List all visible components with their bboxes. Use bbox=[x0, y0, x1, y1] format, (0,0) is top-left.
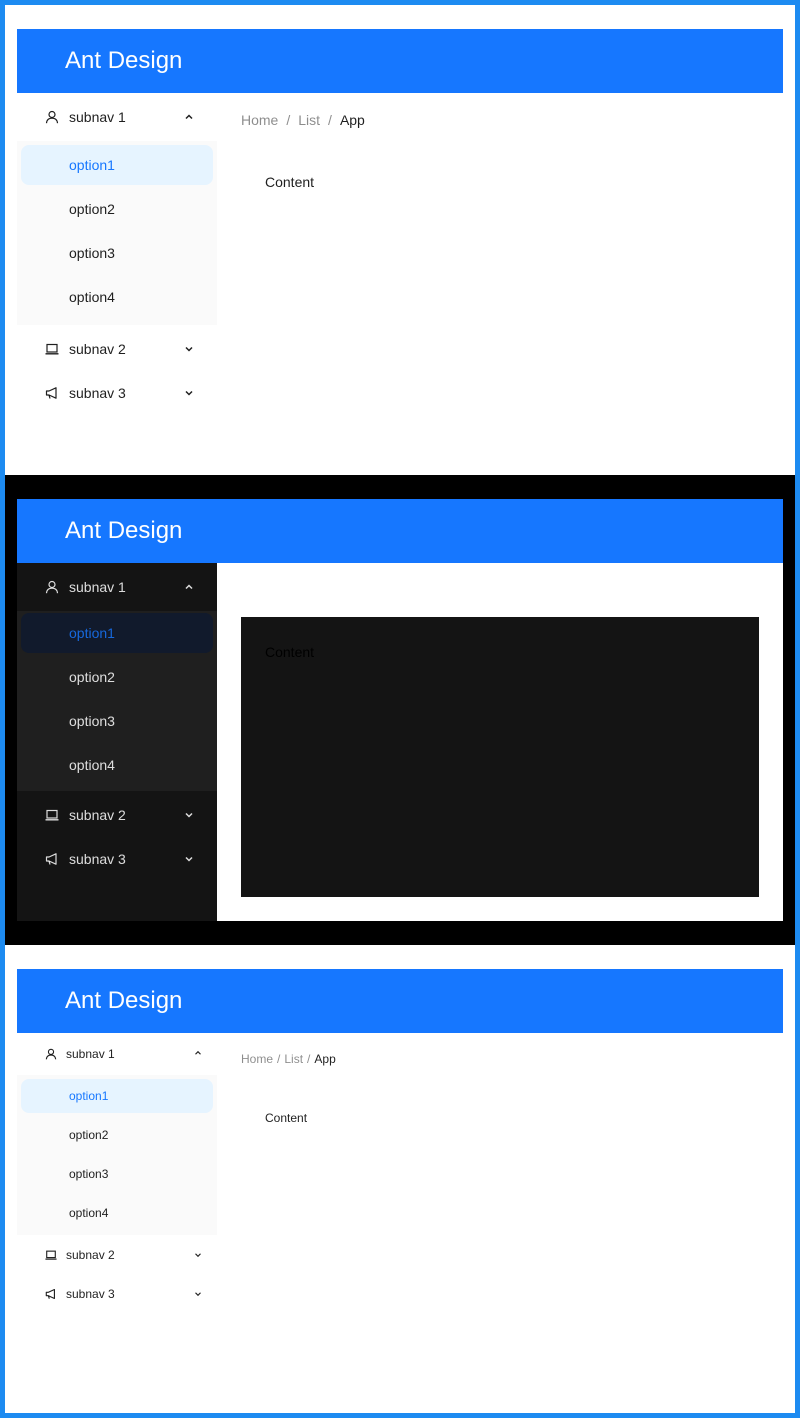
chevron-down-icon bbox=[193, 1250, 205, 1262]
content-text: Content bbox=[265, 174, 315, 190]
breadcrumb-home[interactable]: Home bbox=[241, 1052, 273, 1066]
chevron-down-icon bbox=[183, 343, 195, 355]
menu-item-label: option4 bbox=[69, 1206, 109, 1220]
notification-icon bbox=[45, 386, 59, 400]
menu-item-option3[interactable]: option3 bbox=[21, 701, 213, 741]
menu-item-label: option2 bbox=[69, 669, 115, 685]
header: Ant Design bbox=[17, 29, 783, 93]
submenu-subnav-2[interactable]: subnav 2 bbox=[17, 325, 217, 373]
submenu-subnav-3[interactable]: subnav 3 bbox=[17, 835, 217, 883]
menu-item-label: option2 bbox=[69, 1128, 109, 1142]
menu-item-label: option3 bbox=[69, 713, 115, 729]
logo-text[interactable]: Ant Design bbox=[65, 29, 182, 93]
layout-light-small: Ant Design subnav 1 option1 option2 opti… bbox=[5, 945, 795, 1413]
menu-item-option1[interactable]: option1 bbox=[21, 145, 213, 185]
breadcrumb-list[interactable]: List bbox=[298, 112, 320, 128]
menu-item-label: option3 bbox=[69, 245, 115, 261]
submenu-subnav-1[interactable]: subnav 1 bbox=[17, 563, 217, 611]
submenu-label: subnav 3 bbox=[69, 385, 126, 401]
submenu-label: subnav 1 bbox=[69, 579, 126, 595]
menu-item-option2[interactable]: option2 bbox=[21, 1118, 213, 1152]
content-text: Content bbox=[265, 1111, 308, 1125]
submenu-label: subnav 1 bbox=[69, 109, 126, 125]
layout-dark: Ant Design subnav 1 option1 option2 opti… bbox=[5, 475, 795, 945]
chevron-up-icon bbox=[183, 111, 195, 123]
submenu-subnav-1[interactable]: subnav 1 bbox=[17, 93, 217, 141]
submenu-label: subnav 2 bbox=[69, 341, 126, 357]
menu-item-label: option3 bbox=[69, 1167, 109, 1181]
menu-item-option3[interactable]: option3 bbox=[21, 233, 213, 273]
submenu-label: subnav 2 bbox=[69, 807, 126, 823]
content-text: Content bbox=[265, 644, 315, 660]
breadcrumb: Home / List / App bbox=[241, 112, 365, 128]
laptop-icon bbox=[45, 808, 59, 822]
chevron-down-icon bbox=[183, 809, 195, 821]
chevron-up-icon bbox=[193, 1048, 205, 1060]
sider: subnav 1 option1 option2 option3 option4… bbox=[17, 563, 217, 921]
submenu-subnav-1-items: option1 option2 option3 option4 bbox=[17, 1075, 217, 1235]
menu-item-label: option1 bbox=[69, 157, 115, 173]
submenu-subnav-3[interactable]: subnav 3 bbox=[17, 1274, 217, 1314]
laptop-icon bbox=[45, 1249, 57, 1261]
menu-item-option1[interactable]: option1 bbox=[21, 613, 213, 653]
breadcrumb-app: App bbox=[339, 112, 365, 128]
submenu-subnav-3[interactable]: subnav 3 bbox=[17, 369, 217, 417]
breadcrumb-separator: / bbox=[277, 1052, 281, 1066]
breadcrumb-app: App bbox=[314, 1052, 336, 1066]
logo-text[interactable]: Ant Design bbox=[65, 969, 182, 1033]
chevron-down-icon bbox=[183, 387, 195, 399]
menu-item-option2[interactable]: option2 bbox=[21, 657, 213, 697]
submenu-label: subnav 1 bbox=[66, 1047, 115, 1061]
menu-item-label: option1 bbox=[69, 625, 115, 641]
breadcrumb-separator: / bbox=[328, 112, 332, 128]
menu-item-option1[interactable]: option1 bbox=[21, 1079, 213, 1113]
user-icon bbox=[45, 580, 59, 594]
menu-item-label: option1 bbox=[69, 1089, 109, 1103]
user-icon bbox=[45, 1048, 57, 1060]
breadcrumb-list[interactable]: List bbox=[284, 1052, 303, 1066]
user-icon bbox=[45, 110, 59, 124]
breadcrumb-separator: / bbox=[286, 112, 291, 128]
breadcrumb: Home / List / App bbox=[241, 1052, 336, 1066]
submenu-subnav-2[interactable]: subnav 2 bbox=[17, 1235, 217, 1275]
header: Ant Design bbox=[17, 969, 783, 1033]
menu-item-option4[interactable]: option4 bbox=[21, 745, 213, 785]
menu-item-option4[interactable]: option4 bbox=[21, 277, 213, 317]
chevron-down-icon bbox=[183, 853, 195, 865]
menu-item-label: option4 bbox=[69, 757, 115, 773]
menu-item-option4[interactable]: option4 bbox=[21, 1196, 213, 1230]
content-box bbox=[241, 617, 759, 897]
menu-item-option3[interactable]: option3 bbox=[21, 1157, 213, 1191]
notification-icon bbox=[45, 852, 59, 866]
submenu-label: subnav 3 bbox=[69, 851, 126, 867]
layout-light: Ant Design subnav 1 option1 option2 opti… bbox=[5, 5, 795, 475]
logo-text[interactable]: Ant Design bbox=[65, 499, 182, 563]
menu-item-option2[interactable]: option2 bbox=[21, 189, 213, 229]
submenu-subnav-1[interactable]: subnav 1 bbox=[17, 1033, 217, 1075]
chevron-down-icon bbox=[193, 1289, 205, 1301]
submenu-label: subnav 2 bbox=[66, 1248, 115, 1262]
menu-item-label: option2 bbox=[69, 201, 115, 217]
breadcrumb-separator: / bbox=[307, 1052, 311, 1066]
submenu-label: subnav 3 bbox=[66, 1287, 115, 1301]
submenu-subnav-1-items: option1 option2 option3 option4 bbox=[17, 611, 217, 791]
breadcrumb-home[interactable]: Home bbox=[241, 112, 278, 128]
submenu-subnav-1-items: option1 option2 option3 option4 bbox=[17, 141, 217, 325]
submenu-subnav-2[interactable]: subnav 2 bbox=[17, 791, 217, 839]
menu-item-label: option4 bbox=[69, 289, 115, 305]
laptop-icon bbox=[45, 342, 59, 356]
header: Ant Design bbox=[17, 499, 783, 563]
chevron-up-icon bbox=[183, 581, 195, 593]
notification-icon bbox=[45, 1288, 57, 1300]
